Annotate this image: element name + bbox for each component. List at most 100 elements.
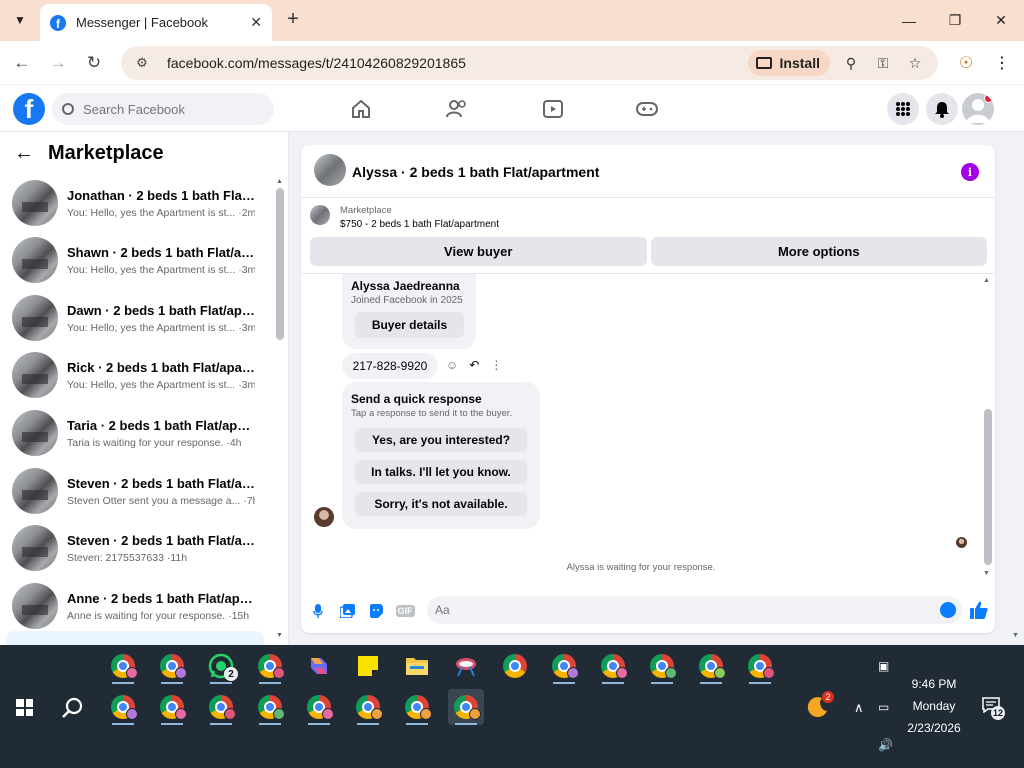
buyer-details-button[interactable]: Buyer details [355,312,464,338]
view-buyer-button[interactable]: View buyer [310,237,647,266]
forward-icon[interactable]: → [46,51,70,75]
clock-date[interactable]: 2/23/2026 [896,721,972,735]
new-tab-icon[interactable]: + [282,8,304,32]
tab-search-dropdown-icon[interactable]: ▼ [7,8,33,32]
network-icon[interactable]: ▭ [878,700,889,714]
video-icon[interactable] [542,99,564,119]
sticky-notes-icon[interactable] [350,648,386,684]
photo-icon[interactable] [338,602,356,620]
menu-grid-icon[interactable] [887,93,919,125]
chrome-profile-icon[interactable] [546,648,582,684]
chrome-profile-icon[interactable] [203,689,239,725]
volume-icon[interactable]: 🔊 [878,738,893,752]
sticker-icon[interactable] [367,602,385,620]
address-bar[interactable]: ⚙ facebook.com/messages/t/24104260829201… [121,46,938,80]
more-options-button[interactable]: More options [650,237,987,266]
gif-icon[interactable]: GIF [395,602,415,620]
quick-response-button[interactable]: Sorry, it's not available. [355,492,527,516]
sidebar-scrollbar[interactable] [276,188,284,340]
reply-icon[interactable]: ↶ [469,358,479,372]
key-icon[interactable]: ⚿ [874,54,892,72]
chrome-profile-icon[interactable] [301,689,337,725]
conversation-item-active[interactable] [6,631,264,645]
thumbs-up-icon[interactable] [969,600,989,620]
search-input[interactable] [83,101,263,117]
account-avatar[interactable] [962,93,994,125]
whatsapp-icon[interactable]: 2 [203,648,239,684]
gaming-icon[interactable] [636,99,658,119]
chat-title[interactable]: Alyssa · 2 beds 1 bath Flat/apartment [352,164,599,180]
chrome-profile-icon[interactable] [252,689,288,725]
restore-icon[interactable]: ❐ [932,0,978,41]
copilot-icon[interactable] [301,648,337,684]
listing-price-title[interactable]: $750 - 2 beds 1 bath Flat/apartment [340,219,499,230]
more-icon[interactable]: ⋮ [490,358,502,372]
weather-icon[interactable]: 2 [800,689,836,725]
notifications-bell-icon[interactable] [926,93,958,125]
back-arrow-icon[interactable]: ← [14,142,34,165]
chrome-profile-icon[interactable] [154,689,190,725]
scroll-up-icon[interactable]: ▲ [983,277,990,284]
show-hidden-icons-chevron-icon[interactable]: ∧ [854,700,864,716]
scroll-up-icon[interactable]: ▲ [276,178,283,185]
bookmark-star-icon[interactable]: ☆ [906,54,924,72]
phone-message[interactable]: 217-828-9920 [342,353,438,379]
reload-icon[interactable]: ↻ [82,51,106,75]
scroll-down-icon[interactable]: ▼ [983,570,990,577]
chrome-profile-icon[interactable] [399,689,435,725]
conversation-item[interactable]: Anne · 2 beds 1 bath Flat/apart... Anne i… [6,579,264,633]
chrome-profile-icon-active[interactable] [448,689,484,725]
chrome-profile-icon[interactable] [154,648,190,684]
quick-response-button[interactable]: Yes, are you interested? [355,428,527,452]
back-icon[interactable]: ← [10,51,34,75]
emoji-icon[interactable] [940,602,956,618]
quick-response-button[interactable]: In talks. I'll let you know. [355,460,527,484]
home-icon[interactable] [350,99,372,119]
chrome-profile-icon[interactable] [350,689,386,725]
chrome-profile-icon[interactable] [644,648,680,684]
snipping-tool-icon[interactable] [448,648,484,684]
conversation-item[interactable]: Steven · 2 beds 1 bath Flat/apar... Steve… [6,464,264,518]
info-icon[interactable]: i [961,163,979,181]
listing-avatar[interactable] [314,154,346,186]
conversation-item[interactable]: Rick · 2 beds 1 bath Flat/apartm... You: … [6,348,264,402]
react-smiley-icon[interactable]: ☺ [446,358,458,372]
conversation-item[interactable]: Taria · 2 beds 1 bath Flat/apart... Taria… [6,406,264,460]
microphone-icon[interactable] [309,602,327,620]
chrome-profile-icon[interactable] [105,648,141,684]
conversation-item[interactable]: Jonathan · 2 beds 1 bath Flat/ap... You: … [6,176,264,230]
chrome-profile-icon[interactable] [252,648,288,684]
search-box[interactable] [52,93,274,125]
install-button[interactable]: Install [747,50,830,76]
chrome-profile-icon[interactable] [742,648,778,684]
notification-center-icon[interactable]: 12 [982,697,1005,720]
menu-icon[interactable]: ⋮ [990,51,1014,75]
thread-scrollbar[interactable] [984,409,992,565]
message-input[interactable] [435,603,940,617]
conversation-item[interactable]: Shawn · 2 beds 1 bath Flat/apar... You: H… [6,233,264,287]
scroll-down-icon[interactable]: ▼ [276,632,283,639]
minimize-icon[interactable]: — [886,0,932,41]
site-info-icon[interactable]: ⚙ [133,54,151,72]
chrome-profile-icon[interactable] [105,689,141,725]
chrome-profile-icon[interactable] [595,648,631,684]
conversation-item[interactable]: Dawn · 2 beds 1 bath Flat/apart... You: H… [6,291,264,345]
sender-avatar[interactable] [314,507,334,527]
file-explorer-icon[interactable] [399,648,435,684]
close-tab-icon[interactable]: ✕ [250,14,262,31]
profile-icon[interactable]: ☉ [954,51,978,75]
chrome-profile-icon[interactable] [693,648,729,684]
windows-start-icon[interactable] [16,699,33,716]
conversation-item[interactable]: Steven · 2 beds 1 bath Flat/apar... Steve… [6,521,264,575]
facebook-logo-icon[interactable]: f [13,93,45,125]
close-window-icon[interactable]: ✕ [978,0,1024,41]
zoom-icon[interactable]: ⚲ [842,54,860,72]
clock-time[interactable]: 9:46 PM [896,677,972,691]
meet-now-icon[interactable]: ▣ [878,659,889,673]
browser-tab[interactable]: f Messenger | Facebook ✕ [40,4,272,41]
friends-icon[interactable] [446,99,468,119]
clock-day[interactable]: Monday [896,699,972,713]
message-input-box[interactable] [427,596,962,624]
chrome-icon[interactable] [497,648,533,684]
page-scroll-down-icon[interactable]: ▼ [1012,632,1019,639]
